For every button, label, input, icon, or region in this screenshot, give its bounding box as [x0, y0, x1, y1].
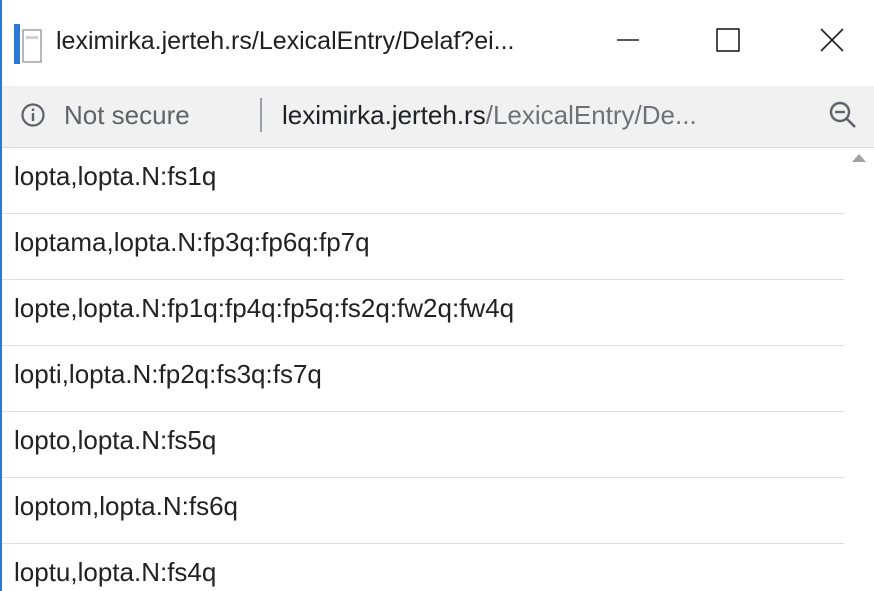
url-host: leximirka.jerteh.rs — [282, 100, 486, 130]
list-item: lopti,lopta.N:fp2q:fs3q:fs7q — [2, 346, 844, 412]
maximize-button[interactable] — [698, 10, 758, 70]
title-bar[interactable]: leximirka.jerteh.rs/LexicalEntry/Delaf?e… — [2, 0, 874, 86]
list-item: loptom,lopta.N:fs6q — [2, 478, 844, 544]
url-field[interactable]: leximirka.jerteh.rs/LexicalEntry/De... — [282, 100, 697, 131]
list-item: loptama,lopta.N:fp3q:fp6q:fp7q — [2, 214, 844, 280]
minimize-button[interactable] — [598, 10, 658, 70]
scroll-up-arrow-icon[interactable] — [852, 154, 866, 162]
window-title: leximirka.jerteh.rs/LexicalEntry/Delaf?e… — [56, 27, 515, 55]
security-status[interactable]: Not secure — [64, 100, 190, 131]
list-item: lopta,lopta.N:fs1q — [2, 148, 844, 214]
list-item: loptu,lopta.N:fs4q — [2, 544, 844, 591]
browser-window: leximirka.jerteh.rs/LexicalEntry/Delaf?e… — [0, 0, 874, 591]
list-item: lopto,lopta.N:fs5q — [2, 412, 844, 478]
list-item: lopte,lopta.N:fp1q:fp4q:fp5q:fs2q:fw2q:f… — [2, 280, 844, 346]
page-content: lopta,lopta.N:fs1q loptama,lopta.N:fp3q:… — [2, 148, 844, 591]
address-bar[interactable]: Not secure leximirka.jerteh.rs/LexicalEn… — [2, 86, 874, 148]
info-icon[interactable] — [20, 102, 46, 128]
close-icon — [820, 28, 844, 52]
page-icon — [14, 24, 42, 64]
vertical-scrollbar[interactable] — [844, 148, 874, 591]
maximize-icon — [716, 28, 740, 52]
url-path: /LexicalEntry/De... — [485, 100, 697, 130]
zoom-out-icon[interactable] — [828, 100, 858, 130]
close-button[interactable] — [802, 10, 862, 70]
minimize-icon — [617, 39, 639, 41]
lexical-entry-list: lopta,lopta.N:fs1q loptama,lopta.N:fp3q:… — [2, 148, 844, 591]
address-separator — [260, 98, 262, 132]
